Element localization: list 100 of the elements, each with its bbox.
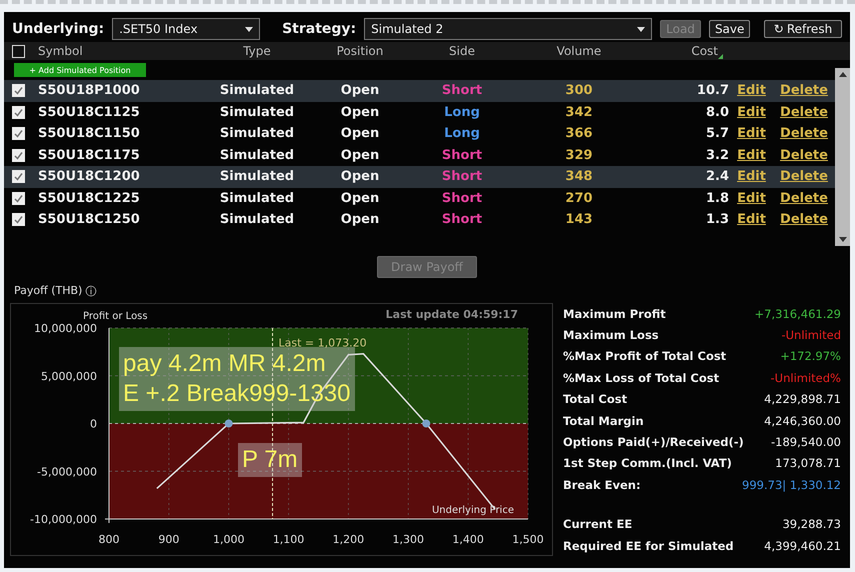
table-cell-text: S50U18C1175 — [38, 148, 141, 163]
column-header[interactable]: Volume — [556, 44, 602, 58]
table-cell-text: Open — [340, 104, 380, 120]
delete-link[interactable]: Delete — [774, 104, 834, 120]
table-cell-text: Open — [340, 148, 380, 163]
y-tick-label: 5,000,000 — [41, 370, 97, 383]
info-icon[interactable]: ⓘ — [85, 284, 96, 299]
table-cell-text: Simulated — [218, 104, 296, 120]
delete-link[interactable]: Delete — [774, 212, 834, 228]
x-tick-label: 1,500 — [512, 533, 544, 546]
stat-value: -Unlimited — [781, 328, 841, 342]
table-cell-text: Simulated — [218, 148, 296, 163]
table-row[interactable]: S50U18P1000 Simulated Open Short 300 10.7 Edit Delete — [4, 80, 836, 102]
table-row[interactable]: S50U18C1150 Simulated Open Long 366 5.7 Edit Delete — [4, 123, 836, 144]
stat-label: %Max Profit of Total Cost — [563, 349, 726, 364]
refresh-button[interactable]: ↻ Refresh — [764, 20, 842, 38]
edit-link[interactable]: Edit — [729, 212, 774, 228]
table-cell-text: 1.3 — [704, 212, 729, 228]
note-overlay: P 7m — [238, 443, 302, 477]
row-checkbox[interactable] — [12, 148, 25, 162]
break-even-point — [422, 420, 430, 428]
edit-link[interactable]: Edit — [729, 104, 774, 120]
column-header[interactable]: Symbol — [38, 44, 83, 58]
table-cell-text: 300 — [564, 83, 594, 98]
edit-link[interactable]: Edit — [729, 83, 774, 98]
stat-value: -Unlimited% — [770, 370, 841, 385]
table-cell-text: Short — [440, 212, 484, 228]
table-cell-text: Open — [340, 169, 380, 184]
table-cell-text: S50U18C1150 — [38, 126, 141, 142]
x-tick-label: 800 — [98, 533, 120, 546]
table-cell-text: Open — [340, 126, 380, 142]
stat-value: 4,229,898.71 — [764, 392, 841, 406]
table-cell-text: 342 — [564, 104, 594, 120]
delete-link[interactable]: Delete — [774, 83, 834, 98]
row-checkbox[interactable] — [12, 127, 25, 140]
table-cell-text: Open — [340, 83, 380, 98]
table-cell-text: Simulated — [218, 126, 296, 142]
column-header[interactable]: Side — [449, 44, 475, 58]
table-cell-text: 329 — [564, 148, 594, 163]
stat-label: 1st Step Comm.(Incl. VAT) — [563, 456, 732, 470]
x-tick-label: 1,400 — [452, 533, 484, 546]
x-axis-title: Underlying Price — [432, 505, 514, 516]
break-even-point — [224, 420, 233, 428]
table-row[interactable]: S50U18C1200 Simulated Open Short 348 2.4 Edit Delete — [4, 166, 836, 188]
y-tick-label: 0 — [90, 418, 97, 430]
row-checkbox[interactable] — [12, 106, 25, 119]
row-checkbox[interactable] — [12, 84, 25, 98]
y-tick-label: -5,000,000 — [37, 465, 97, 478]
table-cell-text: Short — [440, 190, 484, 206]
table-cell-text: S50U18P1000 — [38, 83, 141, 98]
stat-value: +172.97% — [780, 349, 841, 364]
table-row[interactable]: S50U18C1125 Simulated Open Long 342 8.0 Edit Delete — [4, 102, 836, 123]
x-tick-label: 1,100 — [272, 533, 304, 546]
stat-value: 173,078.71 — [775, 456, 841, 470]
stat-label: Total Cost — [563, 392, 628, 406]
row-checkbox[interactable] — [12, 170, 25, 184]
x-tick-label: 900 — [158, 533, 180, 546]
delete-link[interactable]: Delete — [774, 190, 834, 206]
payoff-title: Payoff (THB) — [14, 284, 82, 299]
row-checkbox[interactable] — [12, 192, 25, 205]
underlying-dropdown[interactable]: .SET50 Index — [112, 18, 260, 40]
table-row[interactable]: S50U18C1250 Simulated Open Short 143 1.3 Edit Delete — [4, 209, 836, 230]
stat-label: Total Margin — [563, 414, 644, 428]
table-cell-text: Short — [440, 83, 484, 98]
stat-label: Maximum Profit — [563, 306, 666, 321]
sort-icon[interactable] — [718, 54, 723, 58]
table-cell-text: Short — [440, 148, 484, 163]
delete-link[interactable]: Delete — [774, 148, 834, 163]
table-row[interactable]: S50U18C1225 Simulated Open Short 270 1.8 Edit Delete — [4, 188, 836, 209]
stat-value: 4,246,360.00 — [764, 414, 841, 428]
table-cell-text: 366 — [564, 126, 594, 142]
stat-label: Maximum Loss — [563, 328, 659, 342]
last-price-label: Last = 1,073.20 — [278, 336, 367, 350]
column-header[interactable]: Type — [243, 44, 271, 58]
table-row[interactable]: S50U18C1175 Simulated Open Short 329 3.2 Edit Delete — [4, 144, 836, 166]
select-all-checkbox[interactable] — [12, 44, 25, 58]
add-position-button[interactable]: + Add Simulated Position — [14, 63, 146, 77]
y-tick-label: -10,000,000 — [30, 513, 97, 526]
table-cell-text: S50U18C1200 — [38, 169, 141, 184]
y-tick-label: 10,000,000 — [34, 322, 97, 335]
table-cell-text: 8.0 — [704, 104, 729, 120]
stat-value: -189,540.00 — [771, 435, 841, 450]
table-cell-text: Simulated — [218, 169, 296, 184]
edit-link[interactable]: Edit — [729, 126, 774, 142]
delete-link[interactable]: Delete — [774, 126, 834, 142]
edit-link[interactable]: Edit — [729, 169, 774, 184]
save-button[interactable]: Save — [708, 20, 750, 38]
table-cell-text: 270 — [564, 190, 594, 206]
edit-link[interactable]: Edit — [729, 190, 774, 206]
row-checkbox[interactable] — [12, 213, 25, 226]
edit-link[interactable]: Edit — [729, 148, 774, 163]
underlying-label: Underlying: — [12, 21, 104, 37]
column-header[interactable]: Position — [336, 44, 384, 58]
table-cell-text: Simulated — [218, 83, 296, 98]
table-cell-text: Simulated — [218, 190, 296, 206]
delete-link[interactable]: Delete — [774, 169, 834, 184]
strategy-dropdown[interactable]: Simulated 2 — [364, 18, 652, 40]
scrollbar[interactable] — [835, 68, 850, 246]
table-cell-text: 3.2 — [704, 148, 729, 163]
column-header[interactable]: Cost — [691, 44, 723, 58]
